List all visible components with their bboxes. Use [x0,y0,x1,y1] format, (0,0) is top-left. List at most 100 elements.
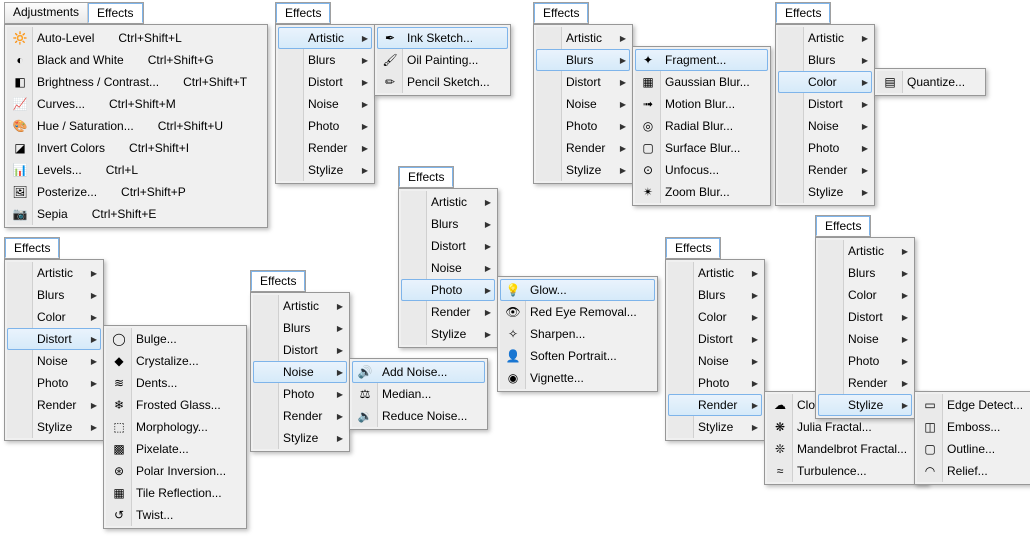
menu-item-noise[interactable]: Noise▶ [818,328,912,350]
menu-item-quantize[interactable]: ▤Quantize... [877,71,983,93]
menu-item-photo[interactable]: Photo▶ [818,350,912,372]
tab-effects[interactable]: Effects [251,271,305,291]
menu-item-distort[interactable]: Distort▶ [253,339,347,361]
menu-item-sepia[interactable]: 📷SepiaCtrl+Shift+E [7,203,265,225]
menu-item-photo[interactable]: Photo▶ [778,137,872,159]
menu-item-color[interactable]: Color▶ [818,284,912,306]
menu-item-render[interactable]: Render▶ [7,394,101,416]
menu-item-artistic[interactable]: Artistic▶ [536,27,630,49]
menu-item-pixelate[interactable]: ▩Pixelate... [106,438,244,460]
menu-item-black-and-white[interactable]: ◐Black and WhiteCtrl+Shift+G [7,49,265,71]
menu-item-noise[interactable]: Noise▶ [401,257,495,279]
menu-item-motion-blur[interactable]: ➟Motion Blur... [635,93,768,115]
menu-item-render[interactable]: Render▶ [668,394,762,416]
menu-item-distort[interactable]: Distort▶ [278,71,372,93]
tab-effects[interactable]: Effects [276,3,330,23]
menu-item-color[interactable]: Color▶ [7,306,101,328]
menu-item-noise[interactable]: Noise▶ [253,361,347,383]
menu-item-render[interactable]: Render▶ [778,159,872,181]
menu-item-tile-reflection[interactable]: ▦Tile Reflection... [106,482,244,504]
menu-item-stylize[interactable]: Stylize▶ [253,427,347,449]
menu-item-artistic[interactable]: Artistic▶ [778,27,872,49]
menu-item-artistic[interactable]: Artistic▶ [668,262,762,284]
menu-item-noise[interactable]: Noise▶ [278,93,372,115]
menu-item-sharpen[interactable]: ✧Sharpen... [500,323,655,345]
menu-item-render[interactable]: Render▶ [401,301,495,323]
menu-item-reduce-noise[interactable]: 🔉Reduce Noise... [352,405,485,427]
menu-item-artistic[interactable]: Artistic▶ [278,27,372,49]
menu-item-glow[interactable]: 💡Glow... [500,279,655,301]
menu-item-curves[interactable]: 📈Curves...Ctrl+Shift+M [7,93,265,115]
tab-effects[interactable]: Effects [776,3,830,23]
menu-item-noise[interactable]: Noise▶ [7,350,101,372]
menu-item-soften-portrait[interactable]: 👤Soften Portrait... [500,345,655,367]
menu-item-distort[interactable]: Distort▶ [536,71,630,93]
menu-item-distort[interactable]: Distort▶ [778,93,872,115]
menu-item-stylize[interactable]: Stylize▶ [818,394,912,416]
menu-item-twist[interactable]: ↺Twist... [106,504,244,526]
menu-item-ink-sketch[interactable]: ✒Ink Sketch... [377,27,508,49]
menu-item-photo[interactable]: Photo▶ [536,115,630,137]
menu-item-artistic[interactable]: Artistic▶ [7,262,101,284]
menu-item-photo[interactable]: Photo▶ [278,115,372,137]
menu-item-blurs[interactable]: Blurs▶ [818,262,912,284]
tab-effects[interactable]: Effects [5,238,59,258]
menu-item-color[interactable]: Color▶ [778,71,872,93]
menu-item-crystalize[interactable]: ◆Crystalize... [106,350,244,372]
tab-effects[interactable]: Effects [534,3,588,23]
menu-item-render[interactable]: Render▶ [818,372,912,394]
menu-item-vignette[interactable]: ◉Vignette... [500,367,655,389]
menu-item-oil-painting[interactable]: 🖌Oil Painting... [377,49,508,71]
menu-item-color[interactable]: Color▶ [668,306,762,328]
menu-item-stylize[interactable]: Stylize▶ [401,323,495,345]
menu-item-artistic[interactable]: Artistic▶ [818,240,912,262]
menu-item-blurs[interactable]: Blurs▶ [668,284,762,306]
tab-effects[interactable]: Effects [399,167,453,187]
menu-item-noise[interactable]: Noise▶ [536,93,630,115]
menu-item-artistic[interactable]: Artistic▶ [401,191,495,213]
menu-item-bulge[interactable]: ◯Bulge... [106,328,244,350]
menu-item-noise[interactable]: Noise▶ [668,350,762,372]
menu-item-dents[interactable]: ≋Dents... [106,372,244,394]
menu-item-blurs[interactable]: Blurs▶ [7,284,101,306]
menu-item-photo[interactable]: Photo▶ [401,279,495,301]
menu-item-photo[interactable]: Photo▶ [7,372,101,394]
menu-item-brightness-contrast[interactable]: ◧Brightness / Contrast...Ctrl+Shift+T [7,71,265,93]
menu-item-surface-blur[interactable]: ▢Surface Blur... [635,137,768,159]
menu-item-invert-colors[interactable]: ◪Invert ColorsCtrl+Shift+I [7,137,265,159]
menu-item-posterize[interactable]: 🖼Posterize...Ctrl+Shift+P [7,181,265,203]
menu-item-stylize[interactable]: Stylize▶ [778,181,872,203]
menu-item-blurs[interactable]: Blurs▶ [401,213,495,235]
menu-item-noise[interactable]: Noise▶ [778,115,872,137]
menu-item-levels[interactable]: 📊Levels...Ctrl+L [7,159,265,181]
menu-item-distort[interactable]: Distort▶ [818,306,912,328]
menu-item-artistic[interactable]: Artistic▶ [253,295,347,317]
menu-item-photo[interactable]: Photo▶ [253,383,347,405]
menu-item-render[interactable]: Render▶ [278,137,372,159]
tab-effects[interactable]: Effects [666,238,720,258]
menu-item-render[interactable]: Render▶ [253,405,347,427]
tab-adjustments[interactable]: Adjustments [5,3,88,23]
menu-item-stylize[interactable]: Stylize▶ [668,416,762,438]
menu-item-outline[interactable]: ▢Outline... [917,438,1030,460]
menu-item-fragment[interactable]: ✦Fragment... [635,49,768,71]
menu-item-pencil-sketch[interactable]: ✏Pencil Sketch... [377,71,508,93]
menu-item-polar-inversion[interactable]: ⊛Polar Inversion... [106,460,244,482]
tab-effects[interactable]: Effects [88,3,142,23]
menu-item-stylize[interactable]: Stylize▶ [278,159,372,181]
menu-item-radial-blur[interactable]: ◎Radial Blur... [635,115,768,137]
menu-item-distort[interactable]: Distort▶ [401,235,495,257]
menu-item-distort[interactable]: Distort▶ [7,328,101,350]
menu-item-relief[interactable]: ◠Relief... [917,460,1030,482]
menu-item-distort[interactable]: Distort▶ [668,328,762,350]
menu-item-blurs[interactable]: Blurs▶ [536,49,630,71]
menu-item-morphology[interactable]: ⬚Morphology... [106,416,244,438]
menu-item-photo[interactable]: Photo▶ [668,372,762,394]
menu-item-blurs[interactable]: Blurs▶ [278,49,372,71]
menu-item-render[interactable]: Render▶ [536,137,630,159]
menu-item-stylize[interactable]: Stylize▶ [7,416,101,438]
tab-effects[interactable]: Effects [816,216,870,236]
menu-item-gaussian-blur[interactable]: ▦Gaussian Blur... [635,71,768,93]
menu-item-blurs[interactable]: Blurs▶ [778,49,872,71]
menu-item-auto-level[interactable]: 🔆Auto-LevelCtrl+Shift+L [7,27,265,49]
